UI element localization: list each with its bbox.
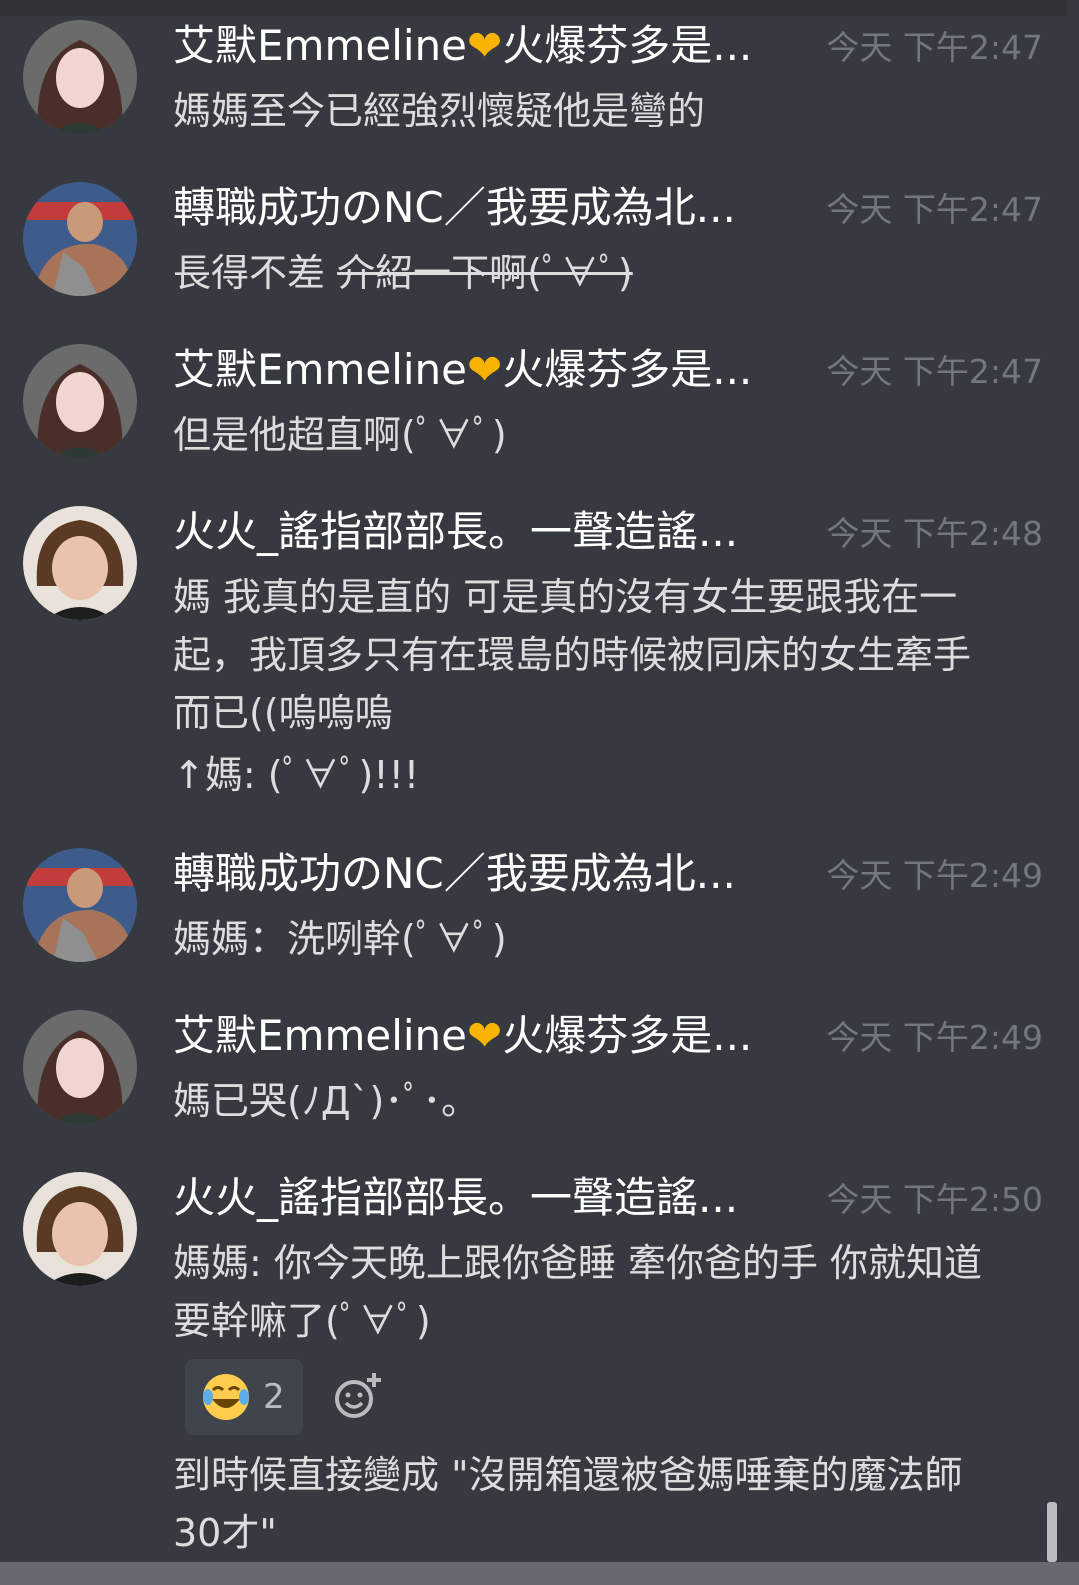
avatar-huohuo[interactable]: [23, 1172, 137, 1286]
strikethrough-text: 介紹一下啊(ﾟ∀ﾟ): [337, 251, 633, 295]
message-text-followup: 到時候直接變成 "沒開箱還被爸媽唾棄的魔法師 30才": [173, 1453, 963, 1555]
author-name[interactable]: 火火_謠指部部長。一聲造謠...: [173, 1168, 738, 1228]
message-header: 轉職成功のNC／我要成為北... 今天 下午2:47: [173, 178, 1043, 238]
author-name[interactable]: 艾默Emmeline❤火爆芬多是...: [173, 16, 752, 76]
message-header: 火火_謠指部部長。一聲造謠... 今天 下午2:50: [173, 1168, 1043, 1228]
timestamp: 今天 下午2:47: [826, 28, 1043, 67]
message-text: 媽媽: 你今天晚上跟你爸睡 牽你爸的手 你就知道 要幹嘛了(ﾟ∀ﾟ): [173, 1241, 983, 1343]
avatar-nc[interactable]: [23, 182, 137, 296]
message-header: 艾默Emmeline❤火爆芬多是... 今天 下午2:49: [173, 1006, 1043, 1066]
message-text: 媽媽至今已經強烈懷疑他是彎的: [173, 89, 706, 133]
message-list[interactable]: 艾默Emmeline❤火爆芬多是... 今天 下午2:47 媽媽至今已經強烈懷疑…: [0, 0, 1067, 1585]
heart-icon: ❤: [467, 1011, 503, 1060]
avatar-emmeline[interactable]: [23, 344, 137, 458]
timestamp: 今天 下午2:48: [826, 514, 1043, 553]
author-name[interactable]: 艾默Emmeline❤火爆芬多是...: [173, 1006, 752, 1066]
message-header: 火火_謠指部部長。一聲造謠... 今天 下午2:48: [173, 502, 1043, 562]
bottom-edge: [0, 1562, 1079, 1585]
message-text: 媽已哭(ﾉД`)･ﾟ･｡: [173, 1079, 461, 1123]
author-name[interactable]: 轉職成功のNC／我要成為北...: [173, 844, 736, 904]
timestamp: 今天 下午2:49: [826, 1018, 1043, 1057]
message-text: 長得不差 介紹一下啊(ﾟ∀ﾟ): [173, 251, 633, 295]
avatar-nc[interactable]: [23, 848, 137, 962]
author-name[interactable]: 轉職成功のNC／我要成為北...: [173, 178, 736, 238]
author-name[interactable]: 火火_謠指部部長。一聲造謠...: [173, 502, 738, 562]
avatar-huohuo[interactable]: [23, 506, 137, 620]
timestamp: 今天 下午2:47: [826, 190, 1043, 229]
add-reaction-icon[interactable]: [332, 1371, 384, 1423]
avatar-emmeline[interactable]: [23, 20, 137, 134]
message-header: 艾默Emmeline❤火爆芬多是... 今天 下午2:47: [173, 16, 1043, 76]
timestamp: 今天 下午2:50: [826, 1180, 1043, 1219]
message-header: 轉職成功のNC／我要成為北... 今天 下午2:49: [173, 844, 1043, 904]
author-name[interactable]: 艾默Emmeline❤火爆芬多是...: [173, 340, 752, 400]
timestamp: 今天 下午2:49: [826, 856, 1043, 895]
message-text: 媽媽：洗咧幹(ﾟ∀ﾟ): [173, 917, 507, 961]
heart-icon: ❤: [467, 21, 503, 70]
timestamp: 今天 下午2:47: [826, 352, 1043, 391]
avatar-emmeline[interactable]: [23, 1010, 137, 1124]
message-text: 但是他超直啊(ﾟ∀ﾟ): [173, 413, 507, 457]
reaction-count: 2: [263, 1377, 285, 1417]
reaction-joy[interactable]: 2: [185, 1359, 303, 1435]
scrollbar-thumb[interactable]: [1047, 1502, 1057, 1562]
heart-icon: ❤: [467, 345, 503, 394]
message-header: 艾默Emmeline❤火爆芬多是... 今天 下午2:47: [173, 340, 1043, 400]
joy-emoji-icon: [203, 1374, 249, 1420]
message-text: 媽 我真的是直的 可是真的沒有女生要跟我在一 起，我頂多只有在環島的時候被同床的…: [173, 575, 972, 797]
